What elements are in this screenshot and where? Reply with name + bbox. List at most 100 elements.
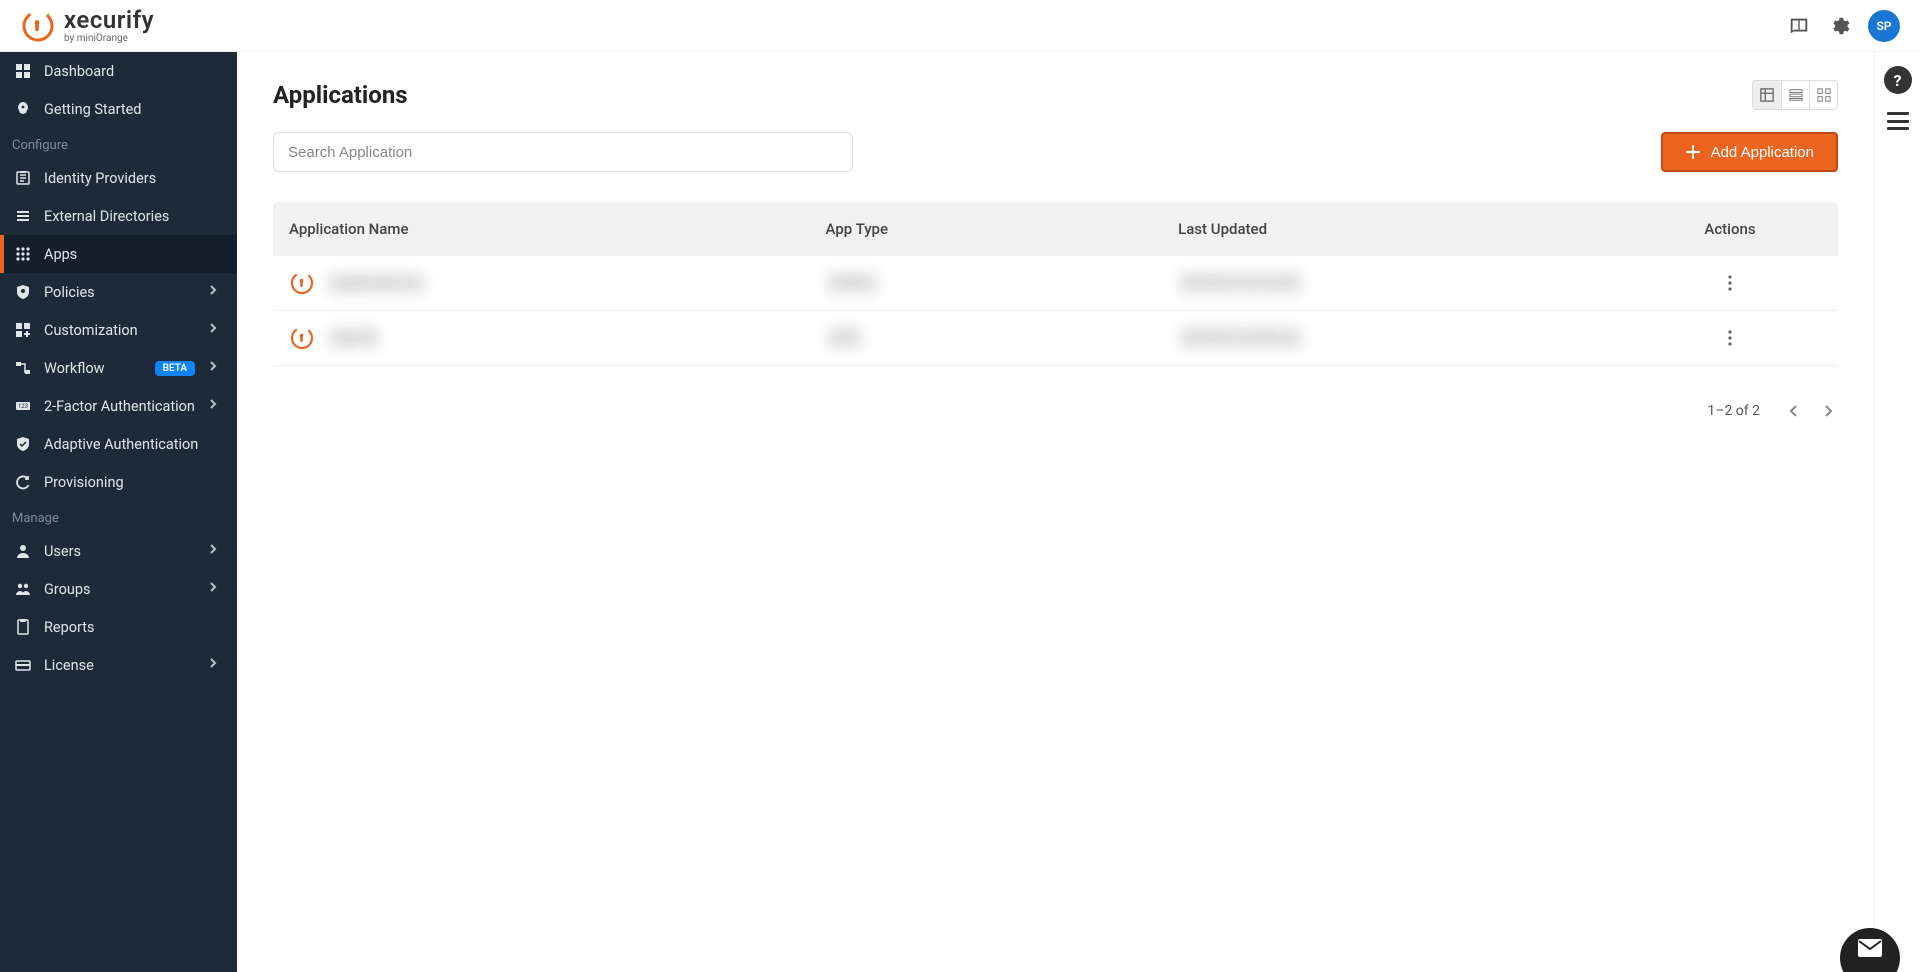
chevron-right-icon bbox=[207, 284, 223, 300]
sidebar-item-workflow[interactable]: WorkflowBETA bbox=[0, 349, 237, 387]
sidebar-item-label: External Directories bbox=[44, 208, 223, 225]
idp-icon bbox=[14, 169, 32, 187]
workflow-icon bbox=[14, 359, 32, 377]
header-actions: SP bbox=[1788, 10, 1900, 42]
reports-icon bbox=[14, 618, 32, 636]
book-icon[interactable] bbox=[1788, 15, 1810, 37]
applications-table: Application Name App Type Last Updated A… bbox=[273, 202, 1838, 366]
pagination: 1–2 of 2 bbox=[273, 402, 1838, 420]
logo-icon bbox=[20, 8, 56, 44]
sidebar-item-apps[interactable]: Apps bbox=[0, 235, 237, 273]
sidebar: Dashboard Getting Started Configure Ident… bbox=[0, 52, 237, 972]
chevron-right-icon bbox=[207, 360, 223, 376]
plus-icon bbox=[1685, 144, 1701, 160]
next-page-button[interactable] bbox=[1820, 402, 1838, 420]
apps-icon bbox=[14, 245, 32, 263]
svg-text:123: 123 bbox=[18, 403, 28, 410]
shield-icon bbox=[14, 283, 32, 301]
row-actions-button[interactable] bbox=[1720, 273, 1740, 293]
sidebar-item-getting-started[interactable]: Getting Started bbox=[0, 90, 237, 128]
chevron-right-icon bbox=[207, 581, 223, 597]
sidebar-item-label: Adaptive Authentication bbox=[44, 436, 223, 453]
app-updated: 2024-01-15 10:30 bbox=[1178, 271, 1303, 295]
search-input[interactable] bbox=[273, 132, 853, 172]
main-area: Applications Add Applic bbox=[237, 52, 1920, 972]
rocket-icon bbox=[14, 100, 32, 118]
sidebar-item-label: Workflow bbox=[44, 360, 143, 377]
table-row[interactable]: Application A SAML 2024-01-15 10:30 bbox=[273, 256, 1838, 311]
sidebar-item-policies[interactable]: Policies bbox=[0, 273, 237, 311]
twofa-icon: 123 bbox=[14, 397, 32, 415]
app-type: API bbox=[826, 326, 864, 350]
custom-icon bbox=[14, 321, 32, 339]
sidebar-item-reports[interactable]: Reports bbox=[0, 608, 237, 646]
sidebar-item-groups[interactable]: Groups bbox=[0, 570, 237, 608]
sidebar-item-label: License bbox=[44, 657, 195, 674]
app-logo-icon bbox=[289, 270, 315, 296]
license-icon bbox=[14, 656, 32, 674]
add-button-label: Add Application bbox=[1711, 144, 1814, 161]
col-header-updated: Last Updated bbox=[1178, 220, 1638, 238]
sidebar-item-label: Provisioning bbox=[44, 474, 223, 491]
directory-icon bbox=[14, 207, 32, 225]
sidebar-item-label: Groups bbox=[44, 581, 195, 598]
help-button[interactable]: ? bbox=[1884, 66, 1912, 94]
view-table-button[interactable] bbox=[1753, 81, 1781, 109]
sidebar-item-label: Apps bbox=[44, 246, 223, 263]
rail-menu-icon[interactable] bbox=[1887, 112, 1909, 130]
sidebar-item-adaptive-authentication[interactable]: Adaptive Authentication bbox=[0, 425, 237, 463]
view-grid-button[interactable] bbox=[1809, 81, 1837, 109]
chevron-right-icon bbox=[207, 543, 223, 559]
col-header-name: Application Name bbox=[289, 220, 826, 238]
gear-icon[interactable] bbox=[1828, 15, 1850, 37]
app-name: Application A bbox=[327, 271, 426, 295]
sidebar-item-label: Users bbox=[44, 543, 195, 560]
top-header: xecurify by miniOrange SP bbox=[0, 0, 1920, 52]
pagination-range: 1–2 of 2 bbox=[1707, 403, 1760, 419]
avatar[interactable]: SP bbox=[1868, 10, 1900, 42]
user-icon bbox=[14, 542, 32, 560]
mail-icon bbox=[1857, 938, 1883, 958]
col-header-actions: Actions bbox=[1638, 220, 1822, 238]
sidebar-item-2-factor-authentication[interactable]: 123 2-Factor Authentication bbox=[0, 387, 237, 425]
table-row[interactable]: App B API 2024-01-14 09:12 bbox=[273, 311, 1838, 366]
sidebar-item-label: 2-Factor Authentication bbox=[44, 398, 195, 415]
sidebar-item-label: Reports bbox=[44, 619, 223, 636]
brand-name: xecurify bbox=[64, 8, 154, 32]
app-updated: 2024-01-14 09:12 bbox=[1178, 326, 1303, 350]
sidebar-section-configure: Configure bbox=[0, 128, 237, 159]
provisioning-icon bbox=[14, 473, 32, 491]
add-application-button[interactable]: Add Application bbox=[1661, 132, 1838, 172]
sidebar-item-label: Getting Started bbox=[44, 101, 223, 118]
right-rail: ? bbox=[1874, 52, 1920, 972]
chevron-right-icon bbox=[207, 398, 223, 414]
sidebar-item-label: Policies bbox=[44, 284, 195, 301]
view-toggle bbox=[1752, 80, 1838, 110]
app-logo-icon bbox=[289, 325, 315, 351]
view-list-button[interactable] bbox=[1781, 81, 1809, 109]
sidebar-item-dashboard[interactable]: Dashboard bbox=[0, 52, 237, 90]
sidebar-item-label: Identity Providers bbox=[44, 170, 223, 187]
brand-tagline: by miniOrange bbox=[64, 34, 154, 44]
sidebar-section-manage: Manage bbox=[0, 501, 237, 532]
sidebar-item-users[interactable]: Users bbox=[0, 532, 237, 570]
groups-icon bbox=[14, 580, 32, 598]
dashboard-icon bbox=[14, 62, 32, 80]
chevron-right-icon bbox=[207, 657, 223, 673]
table-header: Application Name App Type Last Updated A… bbox=[273, 202, 1838, 256]
logo-area[interactable]: xecurify by miniOrange bbox=[20, 8, 154, 44]
page-title: Applications bbox=[273, 81, 408, 109]
row-actions-button[interactable] bbox=[1720, 328, 1740, 348]
sidebar-item-customization[interactable]: Customization bbox=[0, 311, 237, 349]
app-type: SAML bbox=[826, 271, 879, 295]
sidebar-item-identity-providers[interactable]: Identity Providers bbox=[0, 159, 237, 197]
sidebar-item-external-directories[interactable]: External Directories bbox=[0, 197, 237, 235]
sidebar-item-provisioning[interactable]: Provisioning bbox=[0, 463, 237, 501]
app-name: App B bbox=[327, 326, 380, 350]
sidebar-item-label: Customization bbox=[44, 322, 195, 339]
logo-text: xecurify by miniOrange bbox=[64, 8, 154, 44]
prev-page-button[interactable] bbox=[1784, 402, 1802, 420]
col-header-type: App Type bbox=[826, 220, 1179, 238]
chevron-right-icon bbox=[207, 322, 223, 338]
sidebar-item-license[interactable]: License bbox=[0, 646, 237, 684]
